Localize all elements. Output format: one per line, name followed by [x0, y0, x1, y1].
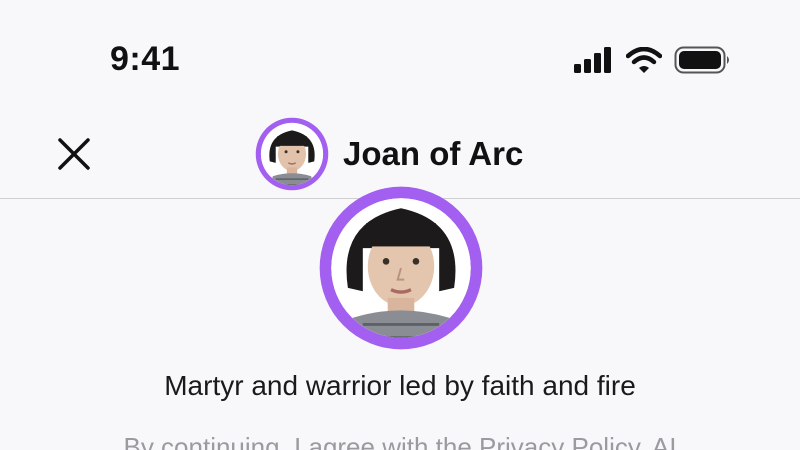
wifi-icon: [626, 47, 662, 73]
page-title: Joan of Arc: [343, 135, 524, 172]
close-icon: [58, 138, 90, 170]
battery-icon: [674, 46, 729, 74]
status-bar: 9:41: [0, 0, 800, 100]
nav-title-group: Joan of Arc: [255, 117, 524, 191]
profile-tagline: Martyr and warrior led by faith and fire: [164, 370, 636, 401]
avatar: [255, 117, 329, 191]
status-icons: [574, 44, 732, 76]
terms-disclaimer: By continuing, I agree with the Privacy …: [123, 432, 677, 450]
profile-avatar: [319, 186, 483, 350]
cellular-signal-icon: [574, 47, 611, 73]
status-time: 9:41: [110, 40, 181, 78]
close-button[interactable]: [52, 132, 96, 176]
